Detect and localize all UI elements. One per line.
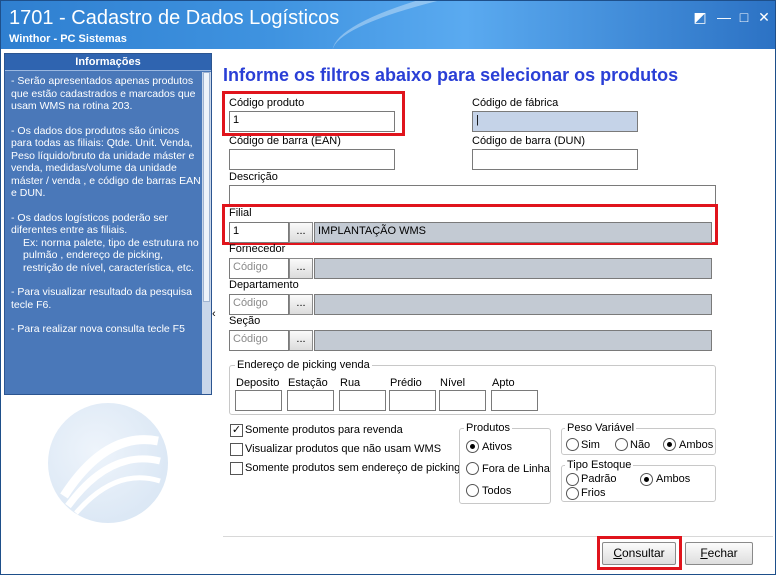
info-paragraph-f6: - Para visualizar resultado da pesquisa …	[11, 286, 192, 311]
title-bar[interactable]: 1701 - Cadastro de Dados Logísticos Wint…	[1, 1, 775, 49]
info-panel: Informações - Serão apresentados apenas …	[4, 53, 212, 395]
secao-label: Seção	[229, 315, 261, 327]
departamento-label: Departamento	[229, 279, 299, 291]
consultar-label: onsultar	[621, 546, 665, 560]
picking-apto-label: Apto	[492, 377, 515, 389]
produtos-group-title: Produtos	[464, 422, 513, 434]
consultar-hotkey: C	[613, 546, 622, 560]
pc-sistemas-logo-icon	[48, 403, 168, 523]
picking-nivel-label: Nível	[440, 377, 466, 389]
revenda-checkbox[interactable]: ✓	[230, 424, 243, 437]
fechar-button[interactable]: Fechar	[685, 542, 753, 565]
produtos-todos-label[interactable]: Todos	[482, 485, 511, 497]
produtos-todos-radio[interactable]	[466, 484, 479, 497]
peso-nao-label[interactable]: Não	[630, 439, 650, 451]
consultar-button[interactable]: Consultar	[602, 542, 676, 565]
info-paragraph-f5: - Para realizar nova consulta tecle F5	[11, 323, 185, 335]
application-window: 1701 - Cadastro de Dados Logísticos Wint…	[0, 0, 776, 575]
maximize-button[interactable]: □	[735, 9, 753, 25]
filial-code-input[interactable]: 1	[229, 222, 289, 243]
fornecedor-code-input[interactable]: Código	[229, 258, 289, 279]
barra-dun-label: Código de barra (DUN)	[472, 135, 586, 147]
departamento-name-field	[314, 294, 712, 315]
info-panel-scrollbar[interactable]	[202, 72, 211, 394]
secao-lookup-button[interactable]: ...	[289, 330, 313, 351]
produtos-fora-linha-label[interactable]: Fora de Linha	[482, 463, 550, 475]
info-panel-scroll-thumb[interactable]	[203, 72, 210, 302]
estoque-padrao-label[interactable]: Padrão	[581, 473, 616, 485]
minimize-button[interactable]: —	[715, 9, 733, 25]
picking-rua-input[interactable]	[339, 390, 386, 411]
window-title: 1701 - Cadastro de Dados Logísticos	[9, 7, 340, 29]
picking-predio-label: Prédio	[390, 377, 422, 389]
no-wms-checkbox[interactable]	[230, 443, 243, 456]
filial-name-field: IMPLANTAÇÃO WMS	[314, 222, 712, 243]
estoque-ambos-radio[interactable]	[640, 473, 653, 486]
fechar-hotkey: F	[700, 546, 708, 560]
no-picking-checkbox-label[interactable]: Somente produtos sem endereço de picking	[245, 462, 460, 474]
barra-ean-label: Código de barra (EAN)	[229, 135, 341, 147]
info-paragraph-unique: - Os dados dos produtos são únicos para …	[11, 124, 201, 200]
info-paragraph-wms: - Serão apresentados apenas produtos que…	[11, 75, 196, 112]
info-panel-text: - Serão apresentados apenas produtos que…	[5, 71, 211, 352]
departamento-code-input[interactable]: Código	[229, 294, 289, 315]
picking-rua-label: Rua	[340, 377, 361, 389]
filters-heading: Informe os filtros abaixo para seleciona…	[223, 65, 679, 85]
fornecedor-label: Fornecedor	[229, 243, 286, 255]
picking-predio-input[interactable]	[389, 390, 436, 411]
estoque-frios-radio[interactable]	[566, 487, 579, 500]
no-wms-checkbox-label[interactable]: Visualizar produtos que não usam WMS	[245, 443, 441, 455]
picking-deposito-input[interactable]	[235, 390, 282, 411]
filial-label: Filial	[229, 207, 252, 219]
logo-area	[4, 395, 212, 573]
estoque-padrao-radio[interactable]	[566, 473, 579, 486]
picking-deposito-label: Deposito	[236, 377, 280, 389]
barra-ean-input[interactable]	[229, 149, 395, 170]
descricao-input[interactable]	[229, 185, 716, 206]
footer-divider	[223, 536, 773, 537]
collapse-panel-icon[interactable]: ‹	[212, 308, 216, 320]
produtos-ativos-label[interactable]: Ativos	[482, 441, 512, 453]
descricao-label: Descrição	[229, 171, 278, 183]
produtos-fora-linha-radio[interactable]	[466, 462, 479, 475]
fechar-label: echar	[707, 546, 738, 560]
fornecedor-name-field	[314, 258, 712, 279]
fornecedor-lookup-button[interactable]: ...	[289, 258, 313, 279]
info-paragraph-branches: - Os dados logísticos poderão ser difere…	[11, 211, 168, 237]
peso-nao-radio[interactable]	[615, 438, 628, 451]
peso-ambos-label[interactable]: Ambos	[679, 439, 713, 451]
estoque-frios-label[interactable]: Frios	[581, 487, 605, 499]
window-subtitle: Winthor - PC Sistemas	[9, 33, 127, 45]
restore-window-icon[interactable]: ◩	[691, 9, 709, 25]
filial-lookup-button[interactable]: ...	[289, 222, 313, 243]
peso-sim-label[interactable]: Sim	[581, 439, 600, 451]
codigo-produto-input[interactable]: 1	[229, 111, 395, 132]
info-paragraph-example: Ex: norma palete, tipo de estrutura no p…	[23, 236, 199, 274]
codigo-fabrica-label: Código de fábrica	[472, 97, 559, 109]
peso-ambos-radio[interactable]	[663, 438, 676, 451]
revenda-checkbox-label[interactable]: Somente produtos para revenda	[245, 424, 403, 436]
estoque-ambos-label[interactable]: Ambos	[656, 473, 690, 485]
barra-dun-input[interactable]	[472, 149, 638, 170]
picking-apto-input[interactable]	[491, 390, 538, 411]
tipo-estoque-title: Tipo Estoque	[565, 459, 634, 471]
peso-sim-radio[interactable]	[566, 438, 579, 451]
no-picking-checkbox[interactable]	[230, 462, 243, 475]
picking-estacao-input[interactable]	[287, 390, 334, 411]
secao-code-input[interactable]: Código	[229, 330, 289, 351]
picking-nivel-input[interactable]	[439, 390, 486, 411]
secao-name-field	[314, 330, 712, 351]
picking-estacao-label: Estação	[288, 377, 328, 389]
peso-variavel-title: Peso Variável	[565, 422, 637, 434]
picking-address-title: Endereço de picking venda	[235, 359, 372, 371]
departamento-lookup-button[interactable]: ...	[289, 294, 313, 315]
close-button[interactable]: ✕	[755, 9, 773, 25]
codigo-fabrica-input[interactable]: |	[472, 111, 638, 132]
codigo-produto-label: Código produto	[229, 97, 305, 109]
produtos-ativos-radio[interactable]	[466, 440, 479, 453]
info-panel-header: Informações	[5, 54, 211, 71]
